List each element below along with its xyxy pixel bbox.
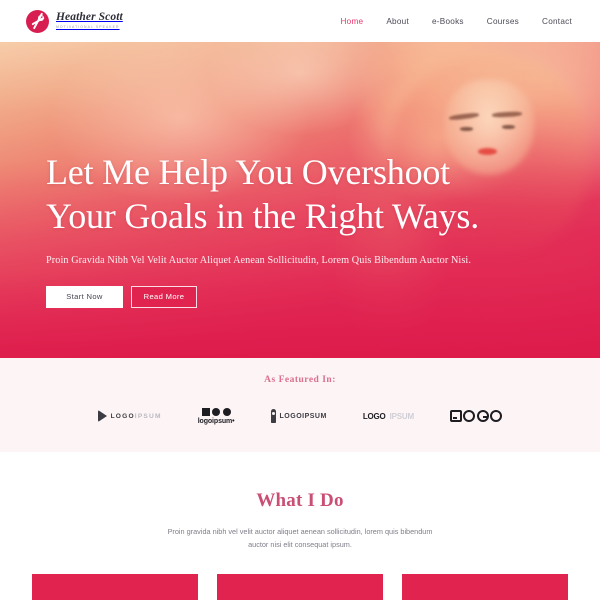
featured-logo-2[interactable]: logoipsum• xyxy=(197,407,235,425)
featured-logo-3-text: LOGOIPSUM xyxy=(279,412,327,420)
service-card-1[interactable] xyxy=(32,573,198,600)
hero-action-buttons: Start Now Read More xyxy=(46,285,540,308)
nav-item-ebooks[interactable]: e-Books xyxy=(432,17,464,26)
section-description: Proin gravida nibh vel velit auctor aliq… xyxy=(167,527,433,550)
circle-letter-icon-3 xyxy=(490,410,503,422)
featured-logo-4[interactable]: LOGO IPSUM xyxy=(363,406,414,426)
service-card-3[interactable] xyxy=(402,573,568,600)
triangle-icon xyxy=(97,410,107,422)
featured-logo-2-text: logoipsum• xyxy=(197,417,235,425)
hero-subtitle: Proin Gravida Nibh Vel Velit Auctor Aliq… xyxy=(46,254,471,266)
brand-mark-icon xyxy=(26,9,49,33)
featured-logo-5[interactable] xyxy=(449,406,503,426)
hero-section: Let Me Help You Overshoot Your Goals in … xyxy=(0,42,600,358)
pin-icon xyxy=(270,409,276,423)
nav-item-contact[interactable]: Contact xyxy=(542,17,572,26)
shapes-icon xyxy=(201,407,231,416)
what-i-do-section: What I Do Proin gravida nibh vel velit a… xyxy=(0,452,600,600)
brand-logo[interactable]: Heather Scott MOTIVATIONAL SPEAKER xyxy=(26,9,123,33)
hero-title-line-1: Let Me Help You Overshoot xyxy=(46,152,450,192)
featured-logo-4-text-bold: LOGO xyxy=(362,411,386,421)
service-card-2[interactable] xyxy=(217,573,383,600)
site-header: Heather Scott MOTIVATIONAL SPEAKER Home … xyxy=(0,0,600,42)
featured-logo-3[interactable]: LOGOIPSUM xyxy=(270,406,327,426)
nav-item-about[interactable]: About xyxy=(386,17,409,26)
hero-title-line-2: Your Goals in the Right Ways. xyxy=(46,196,480,237)
section-title: What I Do xyxy=(256,490,344,511)
service-cards xyxy=(0,573,600,600)
featured-logo-1-text: LOGOIPSUM xyxy=(110,412,162,420)
hero-title: Let Me Help You Overshoot Your Goals in … xyxy=(46,150,540,239)
main-navigation: Home About e-Books Courses Contact xyxy=(340,17,572,26)
featured-logo-row: LOGOIPSUM logoipsum• LOGOIPSUM LOGO IPSU… xyxy=(0,406,600,426)
circle-letter-icon-2 xyxy=(476,410,489,422)
nav-item-home[interactable]: Home xyxy=(340,17,363,26)
hero-content: Let Me Help You Overshoot Your Goals in … xyxy=(0,42,540,308)
nav-item-courses[interactable]: Courses xyxy=(487,17,519,26)
brand-tagline: MOTIVATIONAL SPEAKER xyxy=(56,25,120,30)
featured-title: As Featured In: xyxy=(264,375,336,385)
square-letter-icon xyxy=(449,410,462,422)
read-more-button[interactable]: Read More xyxy=(131,285,197,308)
featured-section: As Featured In: LOGOIPSUM logoipsum• LOG… xyxy=(0,358,600,452)
brand-name: Heather Scott xyxy=(56,11,123,24)
brand-wordmark: Heather Scott MOTIVATIONAL SPEAKER xyxy=(56,12,123,29)
featured-logo-4-text-faded: IPSUM xyxy=(389,411,415,421)
featured-logo-1[interactable]: LOGOIPSUM xyxy=(97,406,162,426)
circle-letter-icon-1 xyxy=(463,410,476,422)
start-now-button[interactable]: Start Now xyxy=(46,285,123,308)
